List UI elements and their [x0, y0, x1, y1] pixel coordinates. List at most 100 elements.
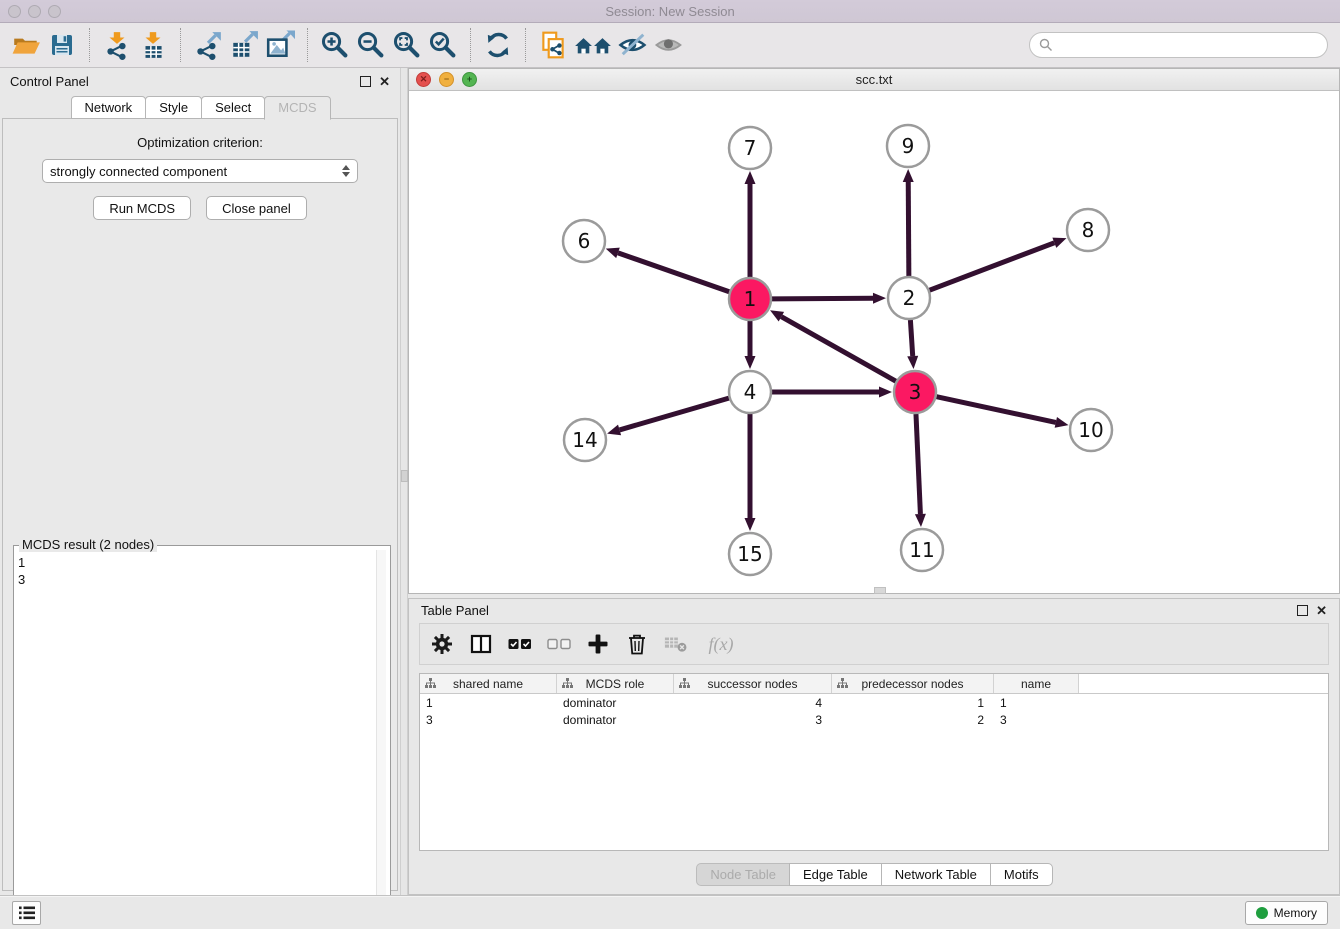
delete-table-button[interactable] — [664, 632, 688, 656]
search-field[interactable] — [1029, 32, 1328, 58]
tab-style[interactable]: Style — [145, 96, 202, 119]
table-panel-title: Table Panel — [421, 603, 489, 618]
hide-selected-button[interactable] — [616, 27, 650, 63]
delete-column-button[interactable] — [625, 632, 649, 656]
graph-node-label: 15 — [737, 542, 762, 566]
deselect-all-checkboxes-button[interactable] — [547, 632, 571, 656]
table-cell[interactable]: 1 — [832, 696, 994, 710]
zoom-fit-icon — [392, 30, 422, 60]
network-canvas[interactable]: 7968124314101511 — [409, 91, 1339, 593]
float-panel-icon[interactable] — [1297, 605, 1308, 616]
search-icon — [1039, 38, 1053, 52]
graph-edge-2-9[interactable] — [908, 182, 909, 276]
add-column-button[interactable] — [586, 632, 610, 656]
export-image-button[interactable] — [263, 27, 297, 63]
edge-arrowhead-icon — [745, 518, 756, 531]
tab-edge-table[interactable]: Edge Table — [789, 863, 882, 886]
select-all-checkboxes-button[interactable] — [508, 632, 532, 656]
function-builder-button[interactable]: f(x) — [703, 632, 739, 656]
run-mcds-button[interactable]: Run MCDS — [93, 196, 191, 220]
close-panel-icon[interactable]: ✕ — [1316, 604, 1327, 617]
table-column-panel-button[interactable] — [469, 632, 493, 656]
column-header-MCDS-role[interactable]: MCDS role — [557, 674, 674, 693]
table-cell[interactable]: dominator — [557, 696, 674, 710]
first-neighbors-button[interactable] — [572, 27, 614, 63]
edge-arrowhead-icon — [745, 171, 756, 184]
graph-edge-3-1[interactable] — [781, 317, 895, 382]
control-panel-tabs: NetworkStyleSelectMCDS — [0, 96, 400, 119]
graph-node-label: 6 — [578, 229, 591, 253]
export-table-button[interactable] — [227, 27, 261, 63]
result-scrollbar[interactable] — [376, 550, 386, 924]
trash-icon — [627, 633, 647, 655]
table-cell[interactable]: 3 — [674, 713, 832, 727]
graph-edge-1-2[interactable] — [772, 298, 873, 299]
table-gear-button[interactable] — [430, 632, 454, 656]
new-network-from-selection-button[interactable] — [536, 27, 570, 63]
column-header-predecessor-nodes[interactable]: predecessor nodes — [832, 674, 994, 693]
horizontal-splitter-handle[interactable] — [874, 587, 886, 594]
gear-icon — [431, 633, 453, 655]
criterion-select[interactable]: strongly connected component — [42, 159, 358, 183]
import-network-button[interactable] — [100, 27, 134, 63]
graph-edge-2-3[interactable] — [910, 320, 912, 356]
header-filler — [1079, 674, 1328, 693]
zoom-fit-button[interactable] — [390, 27, 424, 63]
edge-arrowhead-icon — [607, 425, 621, 436]
table-row[interactable]: 3dominator323 — [420, 711, 1328, 728]
import-table-button[interactable] — [136, 27, 170, 63]
apply-layout-button[interactable] — [481, 27, 515, 63]
tab-motifs[interactable]: Motifs — [990, 863, 1053, 886]
panel-splitter[interactable] — [400, 68, 408, 895]
tab-network[interactable]: Network — [71, 96, 147, 119]
graph-edge-3-11[interactable] — [916, 414, 920, 514]
table-cell[interactable]: 2 — [832, 713, 994, 727]
memory-button[interactable]: Memory — [1245, 901, 1328, 925]
export-network-button[interactable] — [191, 27, 225, 63]
graph-edge-2-8[interactable] — [930, 243, 1055, 290]
open-session-button[interactable] — [9, 27, 43, 63]
column-header-name[interactable]: name — [994, 674, 1079, 693]
mcds-result-line: 1 — [18, 554, 377, 571]
list-icon — [19, 906, 35, 920]
eye-slash-icon — [617, 30, 649, 60]
tab-select[interactable]: Select — [201, 96, 265, 119]
task-history-button[interactable] — [12, 901, 41, 925]
tab-mcds[interactable]: MCDS — [264, 96, 330, 120]
window-title: Session: New Session — [0, 4, 1340, 19]
table-cell[interactable]: 1 — [994, 696, 1079, 710]
graph-node-label: 8 — [1082, 218, 1095, 242]
save-session-button[interactable] — [45, 27, 79, 63]
table-row[interactable]: 1dominator411 — [420, 694, 1328, 711]
zoom-out-button[interactable] — [354, 27, 388, 63]
graph-edge-4-14[interactable] — [620, 398, 729, 430]
table-cell[interactable]: dominator — [557, 713, 674, 727]
table-cell[interactable]: 3 — [994, 713, 1079, 727]
mcds-result-list[interactable]: 13 — [18, 550, 377, 924]
control-panel: Control Panel ✕ NetworkStyleSelectMCDS O… — [0, 68, 400, 895]
column-header-successor-nodes[interactable]: successor nodes — [674, 674, 832, 693]
edge-arrowhead-icon — [915, 514, 926, 527]
close-panel-icon[interactable]: ✕ — [379, 75, 390, 88]
two-houses-icon — [573, 30, 613, 60]
table-cell[interactable]: 3 — [420, 713, 557, 727]
table-cell[interactable]: 1 — [420, 696, 557, 710]
table-cell[interactable]: 4 — [674, 696, 832, 710]
memory-label: Memory — [1274, 906, 1317, 920]
zoom-in-button[interactable] — [318, 27, 352, 63]
graph-edge-1-6[interactable] — [618, 253, 729, 292]
zoom-selected-button[interactable] — [426, 27, 460, 63]
tab-node-table[interactable]: Node Table — [696, 863, 790, 886]
float-panel-icon[interactable] — [360, 76, 371, 87]
splitter-handle-icon[interactable] — [401, 470, 408, 482]
show-all-button[interactable] — [652, 27, 686, 63]
column-header-shared-name[interactable]: shared name — [420, 674, 557, 693]
mcds-result-fieldset: MCDS result (2 nodes) 13 — [13, 545, 391, 929]
graph-edge-3-10[interactable] — [937, 397, 1056, 423]
tab-network-table[interactable]: Network Table — [881, 863, 991, 886]
search-input[interactable] — [1059, 37, 1327, 54]
network-window-titlebar[interactable]: ✕ − + scc.txt — [409, 69, 1339, 91]
network-graph[interactable]: 7968124314101511 — [409, 91, 1339, 593]
zoom-out-icon — [356, 30, 386, 60]
close-panel-button[interactable]: Close panel — [206, 196, 307, 220]
